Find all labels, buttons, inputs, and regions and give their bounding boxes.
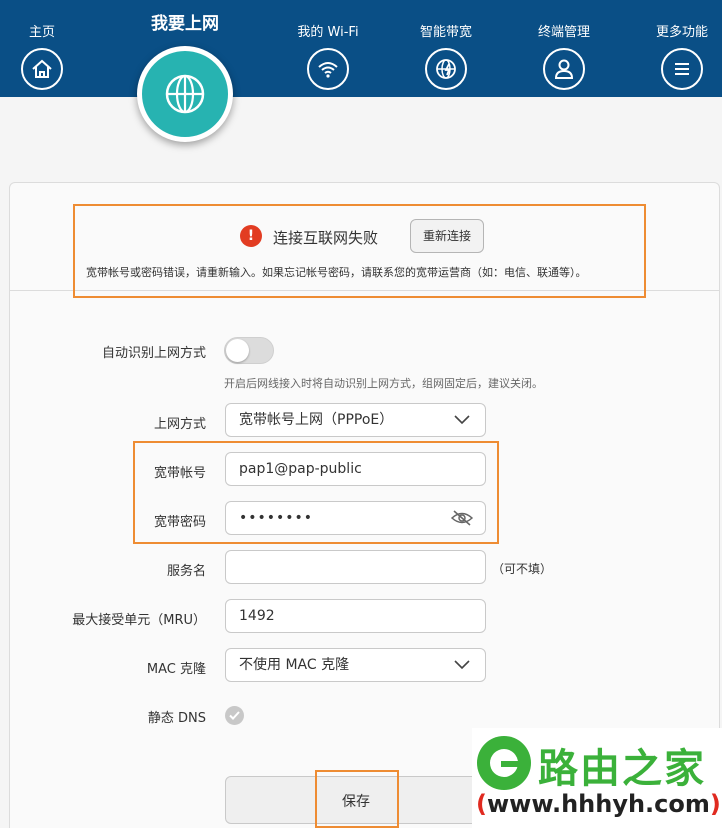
wan-mode-value: 宽带帐号上网（PPPoE） (239, 412, 394, 428)
bandwidth-globe-icon (425, 48, 467, 90)
nav-item-bandwidth[interactable]: 智能带宽 (391, 0, 501, 90)
nav-label-wifi: 我的 Wi-Fi (297, 25, 359, 40)
wan-mode-label: 上网方式 (153, 417, 206, 432)
nav-label-internet: 我要上网 (151, 14, 219, 34)
top-nav: 主页 我要上网 我的 Wi-Fi 智能带宽 终端管理 更多功能 (0, 0, 722, 97)
nav-item-more[interactable]: 更多功能 (627, 0, 722, 90)
service-name-optional-hint: （可不填） (492, 562, 553, 576)
nav-item-home[interactable]: 主页 (0, 0, 97, 90)
service-name-label: 服务名 (166, 564, 206, 579)
wan-mode-select[interactable]: 宽带帐号上网（PPPoE） (225, 403, 486, 437)
nav-item-internet[interactable]: 我要上网 (130, 0, 240, 34)
wifi-icon (307, 48, 349, 90)
user-icon (543, 48, 585, 90)
error-icon: ! (240, 225, 262, 247)
chevron-down-icon (454, 660, 470, 670)
watermark-url: (www.hhhyh.com) (476, 790, 721, 818)
alert-highlight-box (73, 204, 646, 298)
static-dns-label: 静态 DNS (147, 711, 206, 726)
mru-value: 1492 (239, 608, 275, 624)
checkmark-icon (229, 711, 240, 720)
watermark: 路由之家 (www.hhhyh.com) (472, 728, 722, 828)
home-icon (21, 48, 63, 90)
mru-label: 最大接受单元（MRU） (72, 613, 206, 628)
menu-icon (661, 48, 703, 90)
watermark-logo-icon (477, 736, 531, 790)
nav-label-devices: 终端管理 (537, 25, 590, 40)
mac-clone-value: 不使用 MAC 克隆 (239, 657, 350, 673)
service-name-input[interactable] (225, 550, 486, 584)
toggle-knob (226, 339, 249, 362)
static-dns-checkbox[interactable] (225, 706, 244, 725)
chevron-down-icon (454, 415, 470, 425)
auto-detect-hint: 开启后网线接入时将自动识别上网方式，组网固定后，建议关闭。 (224, 377, 543, 390)
account-value: pap1@pap-public (239, 461, 362, 477)
reconnect-button[interactable]: 重新连接 (410, 219, 484, 253)
nav-label-more: 更多功能 (655, 25, 708, 40)
account-input[interactable]: pap1@pap-public (225, 452, 486, 486)
globe-icon[interactable] (137, 46, 233, 142)
watermark-brand: 路由之家 (538, 746, 706, 792)
eye-hidden-icon[interactable] (450, 509, 474, 527)
password-label: 宽带密码 (153, 515, 206, 530)
mac-clone-select[interactable]: 不使用 MAC 克隆 (225, 648, 486, 682)
nav-label-home: 主页 (28, 25, 55, 40)
mac-clone-label: MAC 克隆 (146, 662, 206, 677)
mru-input[interactable]: 1492 (225, 599, 486, 633)
auto-detect-label: 自动识别上网方式 (101, 346, 206, 361)
alert-detail: 宽带帐号或密码错误，请重新输入。如果忘记帐号密码，请联系您的宽带运营商（如：电信… (86, 266, 587, 279)
account-label: 宽带帐号 (153, 466, 206, 481)
nav-item-wifi[interactable]: 我的 Wi-Fi (273, 0, 383, 90)
nav-item-devices[interactable]: 终端管理 (509, 0, 619, 90)
password-input[interactable]: •••••••• (225, 501, 486, 535)
password-value: •••••••• (239, 510, 314, 526)
save-highlight-box (315, 770, 399, 828)
alert-title: 连接互联网失败 (273, 229, 379, 247)
nav-label-bandwidth: 智能带宽 (419, 25, 472, 40)
auto-detect-toggle[interactable] (224, 337, 274, 364)
